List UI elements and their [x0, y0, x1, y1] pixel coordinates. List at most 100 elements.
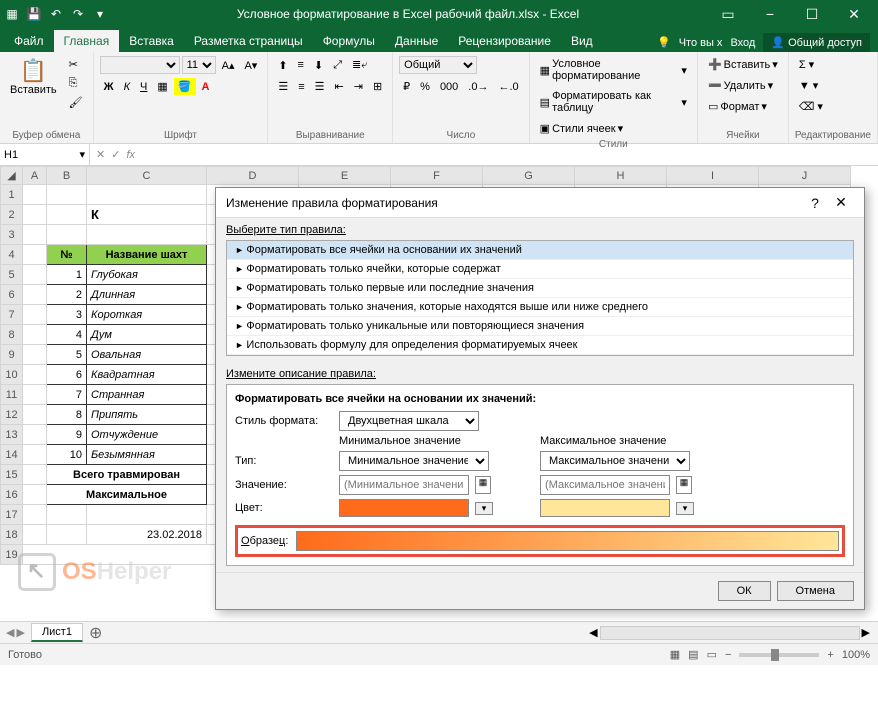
indent-dec-icon[interactable]: ⇤ — [331, 78, 348, 95]
fill-button[interactable]: ▼ ▾ — [795, 77, 871, 94]
hscroll-left-icon[interactable]: ◀ — [589, 626, 597, 639]
min-color-dropdown-icon[interactable]: ▾ — [475, 502, 493, 515]
col-header[interactable]: E — [299, 167, 391, 185]
tab-page-layout[interactable]: Разметка страницы — [184, 30, 313, 52]
underline-button[interactable]: Ч — [136, 79, 151, 95]
chevron-down-icon[interactable]: ▾ — [79, 148, 85, 161]
rule-type-item[interactable]: Форматировать только значения, которые н… — [227, 298, 853, 317]
indent-inc-icon[interactable]: ⇥ — [350, 78, 367, 95]
dialog-close-icon[interactable]: ✕ — [828, 194, 854, 211]
max-type-select[interactable]: Максимальное значение — [540, 451, 690, 471]
tell-me[interactable]: Что вы х — [679, 37, 723, 49]
col-header[interactable]: F — [391, 167, 483, 185]
cancel-formula-icon[interactable]: ✕ — [96, 148, 105, 161]
format-painter-button[interactable]: 🖌 — [65, 94, 87, 111]
sheet-next-icon[interactable]: ▶ — [16, 626, 24, 639]
ok-button[interactable]: ОК — [718, 581, 771, 601]
rule-type-list[interactable]: Форматировать все ячейки на основании их… — [226, 240, 854, 356]
col-header[interactable]: H — [575, 167, 667, 185]
view-layout-icon[interactable]: ▤ — [688, 648, 698, 661]
italic-button[interactable]: К — [120, 79, 134, 95]
tab-home[interactable]: Главная — [54, 30, 120, 52]
rule-type-item[interactable]: Использовать формулу для определения фор… — [227, 336, 853, 355]
zoom-in-icon[interactable]: + — [827, 649, 833, 661]
thousands-icon[interactable]: 000 — [436, 79, 462, 95]
col-header[interactable]: G — [483, 167, 575, 185]
font-color-button[interactable]: А — [198, 79, 214, 95]
rule-type-item[interactable]: Форматировать все ячейки на основании их… — [227, 241, 853, 260]
font-name-select[interactable] — [100, 56, 180, 74]
cancel-button[interactable]: Отмена — [777, 581, 854, 601]
increase-font-icon[interactable]: A▴ — [218, 57, 239, 74]
min-refedit-icon[interactable]: ▦ — [475, 476, 491, 494]
sheet-tab[interactable]: Лист1 — [31, 623, 83, 642]
align-bottom-icon[interactable]: ⬇ — [310, 57, 327, 74]
increase-decimal-icon[interactable]: .0→ — [464, 79, 492, 95]
max-refedit-icon[interactable]: ▦ — [676, 476, 692, 494]
view-pagebreak-icon[interactable]: ▭ — [707, 648, 717, 661]
format-style-select[interactable]: Двухцветная шкала — [339, 411, 479, 431]
horizontal-scrollbar[interactable] — [600, 626, 860, 640]
select-all[interactable]: ◢ — [1, 167, 23, 185]
tab-review[interactable]: Рецензирование — [448, 30, 561, 52]
col-header[interactable]: D — [207, 167, 299, 185]
col-header[interactable]: C — [87, 167, 207, 185]
cut-button[interactable]: ✂ — [65, 56, 87, 73]
min-color-swatch[interactable] — [339, 499, 469, 517]
align-left-icon[interactable]: ☰ — [274, 78, 292, 95]
min-type-select[interactable]: Минимальное значение — [339, 451, 489, 471]
undo-icon[interactable]: ↶ — [48, 6, 64, 22]
formula-input[interactable] — [141, 144, 878, 165]
zoom-level[interactable]: 100% — [842, 649, 870, 661]
maximize-icon[interactable]: ☐ — [792, 6, 832, 23]
tab-data[interactable]: Данные — [385, 30, 448, 52]
orientation-icon[interactable]: ⤢ — [329, 57, 346, 74]
border-button[interactable]: ▦ — [153, 78, 171, 95]
bold-button[interactable]: Ж — [100, 79, 118, 95]
col-header[interactable]: I — [667, 167, 759, 185]
zoom-slider[interactable] — [739, 653, 819, 657]
hscroll-right-icon[interactable]: ▶ — [862, 626, 870, 639]
merge-center-button[interactable]: ⊞ — [369, 78, 386, 95]
wrap-text-button[interactable]: ≣⤶ — [348, 56, 371, 74]
minimize-icon[interactable]: − — [750, 6, 790, 23]
signin[interactable]: Вход — [730, 37, 755, 49]
delete-cells-button[interactable]: ➖ Удалить ▾ — [704, 77, 782, 94]
format-as-table-button[interactable]: ▤ Форматировать как таблицу ▾ — [536, 88, 691, 116]
clear-button[interactable]: ⌫ ▾ — [795, 98, 871, 115]
currency-icon[interactable]: ₽ — [399, 78, 414, 95]
sheet-prev-icon[interactable]: ◀ — [6, 626, 14, 639]
align-top-icon[interactable]: ⬆ — [274, 57, 291, 74]
save-icon[interactable]: 💾 — [26, 6, 42, 22]
close-icon[interactable]: ✕ — [834, 6, 874, 23]
format-cells-button[interactable]: ▭ Формат ▾ — [704, 98, 782, 115]
number-format-select[interactable]: Общий — [399, 56, 477, 74]
copy-button[interactable]: ⎘ — [65, 75, 87, 92]
decrease-font-icon[interactable]: A▾ — [240, 57, 261, 74]
autosum-button[interactable]: Σ ▾ — [795, 56, 871, 73]
view-normal-icon[interactable]: ▦ — [670, 648, 680, 661]
col-header[interactable]: A — [23, 167, 47, 185]
tab-file[interactable]: Файл — [4, 30, 54, 52]
paste-button[interactable]: 📋 Вставить — [6, 56, 61, 128]
rule-type-item[interactable]: Форматировать только первые или последни… — [227, 279, 853, 298]
rule-type-item[interactable]: Форматировать только уникальные или повт… — [227, 317, 853, 336]
font-size-select[interactable]: 11 — [182, 56, 216, 74]
cell-styles-button[interactable]: ▣ Стили ячеек ▾ — [536, 120, 691, 137]
tab-view[interactable]: Вид — [561, 30, 603, 52]
align-right-icon[interactable]: ☰ — [311, 78, 329, 95]
tab-insert[interactable]: Вставка — [119, 30, 184, 52]
align-center-icon[interactable]: ≡ — [294, 79, 308, 95]
min-value-input[interactable] — [339, 475, 469, 495]
enter-formula-icon[interactable]: ✓ — [111, 148, 120, 161]
max-color-swatch[interactable] — [540, 499, 670, 517]
percent-icon[interactable]: % — [416, 79, 434, 95]
fx-icon[interactable]: fx — [126, 149, 135, 161]
qat-dropdown-icon[interactable]: ▾ — [92, 6, 108, 22]
add-sheet-button[interactable]: ⊕ — [83, 623, 108, 643]
dialog-help-icon[interactable]: ? — [802, 195, 828, 211]
col-header[interactable]: J — [759, 167, 851, 185]
conditional-formatting-button[interactable]: ▦ Условное форматирование ▾ — [536, 56, 691, 84]
tab-formulas[interactable]: Формулы — [313, 30, 385, 52]
ribbon-options-icon[interactable]: ▭ — [708, 6, 748, 23]
